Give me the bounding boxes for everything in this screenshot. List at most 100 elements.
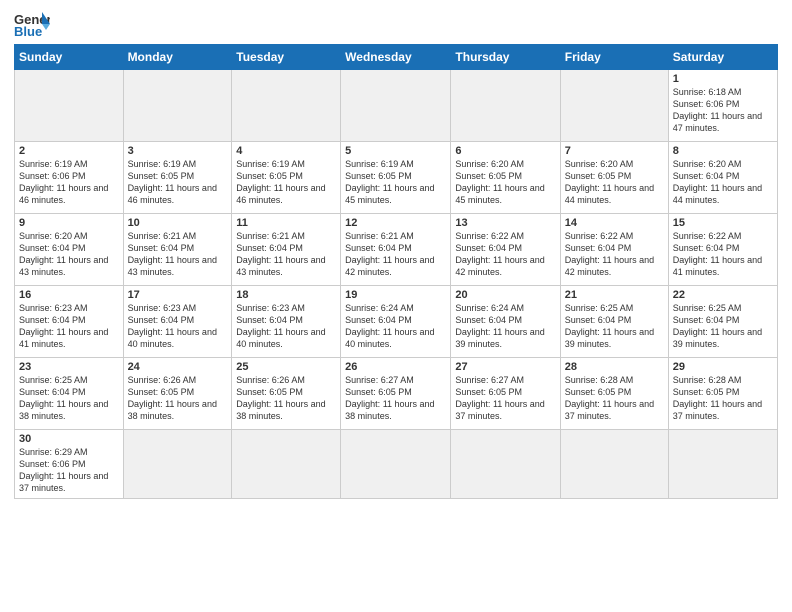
calendar-cell: 25Sunrise: 6:26 AM Sunset: 6:05 PM Dayli… (232, 358, 341, 430)
day-info: Sunrise: 6:28 AM Sunset: 6:05 PM Dayligh… (673, 374, 773, 423)
calendar-cell (232, 70, 341, 142)
calendar-cell: 1Sunrise: 6:18 AM Sunset: 6:06 PM Daylig… (668, 70, 777, 142)
day-info: Sunrise: 6:24 AM Sunset: 6:04 PM Dayligh… (345, 302, 446, 351)
calendar-cell: 29Sunrise: 6:28 AM Sunset: 6:05 PM Dayli… (668, 358, 777, 430)
day-info: Sunrise: 6:21 AM Sunset: 6:04 PM Dayligh… (236, 230, 336, 279)
calendar-cell (668, 430, 777, 499)
day-info: Sunrise: 6:28 AM Sunset: 6:05 PM Dayligh… (565, 374, 664, 423)
calendar-cell: 18Sunrise: 6:23 AM Sunset: 6:04 PM Dayli… (232, 286, 341, 358)
day-info: Sunrise: 6:27 AM Sunset: 6:05 PM Dayligh… (345, 374, 446, 423)
calendar-cell (232, 430, 341, 499)
day-number: 22 (673, 289, 773, 301)
day-info: Sunrise: 6:25 AM Sunset: 6:04 PM Dayligh… (565, 302, 664, 351)
calendar-cell: 17Sunrise: 6:23 AM Sunset: 6:04 PM Dayli… (123, 286, 232, 358)
day-info: Sunrise: 6:23 AM Sunset: 6:04 PM Dayligh… (236, 302, 336, 351)
calendar-table: SundayMondayTuesdayWednesdayThursdayFrid… (14, 44, 778, 499)
calendar-cell: 12Sunrise: 6:21 AM Sunset: 6:04 PM Dayli… (341, 214, 451, 286)
svg-text:Blue: Blue (14, 24, 42, 38)
day-number: 20 (455, 289, 555, 301)
calendar-cell: 8Sunrise: 6:20 AM Sunset: 6:04 PM Daylig… (668, 142, 777, 214)
day-info: Sunrise: 6:21 AM Sunset: 6:04 PM Dayligh… (345, 230, 446, 279)
calendar-cell: 30Sunrise: 6:29 AM Sunset: 6:06 PM Dayli… (15, 430, 124, 499)
weekday-header-tuesday: Tuesday (232, 45, 341, 70)
weekday-header-thursday: Thursday (451, 45, 560, 70)
day-number: 6 (455, 145, 555, 157)
day-number: 28 (565, 361, 664, 373)
day-info: Sunrise: 6:19 AM Sunset: 6:06 PM Dayligh… (19, 158, 119, 207)
day-info: Sunrise: 6:19 AM Sunset: 6:05 PM Dayligh… (345, 158, 446, 207)
day-number: 29 (673, 361, 773, 373)
calendar-cell (560, 70, 668, 142)
day-number: 1 (673, 73, 773, 85)
calendar-cell: 22Sunrise: 6:25 AM Sunset: 6:04 PM Dayli… (668, 286, 777, 358)
day-info: Sunrise: 6:23 AM Sunset: 6:04 PM Dayligh… (19, 302, 119, 351)
day-number: 26 (345, 361, 446, 373)
calendar-cell: 24Sunrise: 6:26 AM Sunset: 6:05 PM Dayli… (123, 358, 232, 430)
calendar-cell: 27Sunrise: 6:27 AM Sunset: 6:05 PM Dayli… (451, 358, 560, 430)
day-info: Sunrise: 6:25 AM Sunset: 6:04 PM Dayligh… (19, 374, 119, 423)
day-info: Sunrise: 6:22 AM Sunset: 6:04 PM Dayligh… (565, 230, 664, 279)
calendar-cell: 23Sunrise: 6:25 AM Sunset: 6:04 PM Dayli… (15, 358, 124, 430)
day-info: Sunrise: 6:24 AM Sunset: 6:04 PM Dayligh… (455, 302, 555, 351)
day-info: Sunrise: 6:25 AM Sunset: 6:04 PM Dayligh… (673, 302, 773, 351)
day-info: Sunrise: 6:23 AM Sunset: 6:04 PM Dayligh… (128, 302, 228, 351)
calendar-cell (341, 430, 451, 499)
calendar-cell (451, 430, 560, 499)
day-info: Sunrise: 6:20 AM Sunset: 6:04 PM Dayligh… (19, 230, 119, 279)
day-number: 23 (19, 361, 119, 373)
calendar-header-row: SundayMondayTuesdayWednesdayThursdayFrid… (15, 45, 778, 70)
day-number: 30 (19, 433, 119, 445)
day-info: Sunrise: 6:27 AM Sunset: 6:05 PM Dayligh… (455, 374, 555, 423)
day-number: 15 (673, 217, 773, 229)
day-number: 14 (565, 217, 664, 229)
calendar-cell: 19Sunrise: 6:24 AM Sunset: 6:04 PM Dayli… (341, 286, 451, 358)
calendar-cell: 15Sunrise: 6:22 AM Sunset: 6:04 PM Dayli… (668, 214, 777, 286)
day-number: 5 (345, 145, 446, 157)
calendar-cell: 5Sunrise: 6:19 AM Sunset: 6:05 PM Daylig… (341, 142, 451, 214)
day-info: Sunrise: 6:26 AM Sunset: 6:05 PM Dayligh… (128, 374, 228, 423)
calendar-cell: 21Sunrise: 6:25 AM Sunset: 6:04 PM Dayli… (560, 286, 668, 358)
calendar-cell: 13Sunrise: 6:22 AM Sunset: 6:04 PM Dayli… (451, 214, 560, 286)
calendar-cell: 16Sunrise: 6:23 AM Sunset: 6:04 PM Dayli… (15, 286, 124, 358)
calendar-cell: 28Sunrise: 6:28 AM Sunset: 6:05 PM Dayli… (560, 358, 668, 430)
day-number: 3 (128, 145, 228, 157)
day-number: 8 (673, 145, 773, 157)
day-number: 10 (128, 217, 228, 229)
day-number: 19 (345, 289, 446, 301)
day-info: Sunrise: 6:22 AM Sunset: 6:04 PM Dayligh… (673, 230, 773, 279)
day-info: Sunrise: 6:19 AM Sunset: 6:05 PM Dayligh… (236, 158, 336, 207)
logo: General Blue (14, 10, 54, 38)
day-info: Sunrise: 6:18 AM Sunset: 6:06 PM Dayligh… (673, 86, 773, 135)
day-number: 18 (236, 289, 336, 301)
day-number: 2 (19, 145, 119, 157)
weekday-header-sunday: Sunday (15, 45, 124, 70)
day-number: 16 (19, 289, 119, 301)
day-info: Sunrise: 6:21 AM Sunset: 6:04 PM Dayligh… (128, 230, 228, 279)
calendar-cell (341, 70, 451, 142)
day-number: 13 (455, 217, 555, 229)
day-info: Sunrise: 6:20 AM Sunset: 6:04 PM Dayligh… (673, 158, 773, 207)
day-number: 7 (565, 145, 664, 157)
day-number: 25 (236, 361, 336, 373)
day-info: Sunrise: 6:19 AM Sunset: 6:05 PM Dayligh… (128, 158, 228, 207)
calendar-cell (123, 70, 232, 142)
calendar-cell: 11Sunrise: 6:21 AM Sunset: 6:04 PM Dayli… (232, 214, 341, 286)
calendar-cell: 10Sunrise: 6:21 AM Sunset: 6:04 PM Dayli… (123, 214, 232, 286)
page-header: General Blue (14, 10, 778, 38)
calendar-cell (15, 70, 124, 142)
day-info: Sunrise: 6:22 AM Sunset: 6:04 PM Dayligh… (455, 230, 555, 279)
day-info: Sunrise: 6:29 AM Sunset: 6:06 PM Dayligh… (19, 446, 119, 495)
calendar-cell (560, 430, 668, 499)
day-number: 21 (565, 289, 664, 301)
calendar-cell: 7Sunrise: 6:20 AM Sunset: 6:05 PM Daylig… (560, 142, 668, 214)
day-number: 9 (19, 217, 119, 229)
calendar-cell: 26Sunrise: 6:27 AM Sunset: 6:05 PM Dayli… (341, 358, 451, 430)
day-info: Sunrise: 6:26 AM Sunset: 6:05 PM Dayligh… (236, 374, 336, 423)
day-number: 24 (128, 361, 228, 373)
calendar-cell: 3Sunrise: 6:19 AM Sunset: 6:05 PM Daylig… (123, 142, 232, 214)
day-info: Sunrise: 6:20 AM Sunset: 6:05 PM Dayligh… (565, 158, 664, 207)
calendar-cell: 2Sunrise: 6:19 AM Sunset: 6:06 PM Daylig… (15, 142, 124, 214)
day-number: 11 (236, 217, 336, 229)
weekday-header-monday: Monday (123, 45, 232, 70)
day-number: 4 (236, 145, 336, 157)
